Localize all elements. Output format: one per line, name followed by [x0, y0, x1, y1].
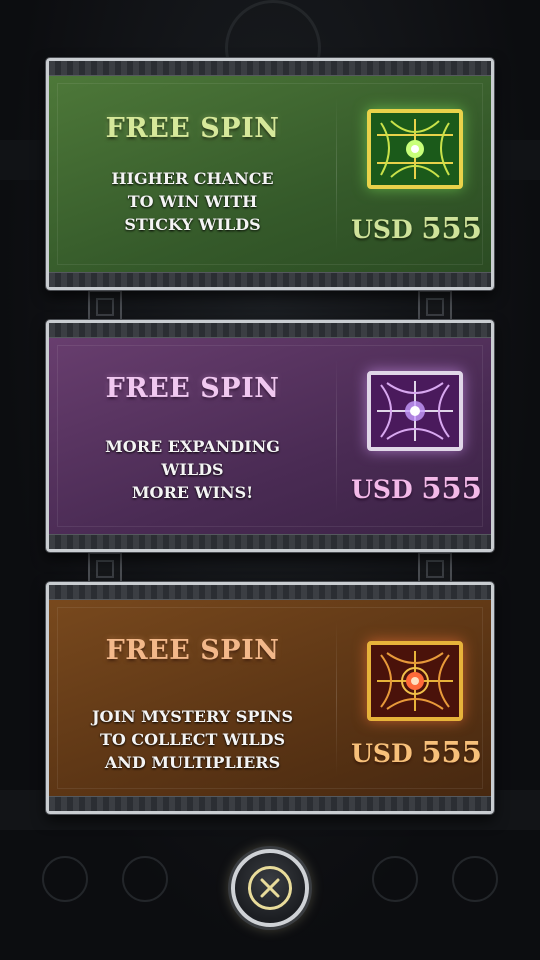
card-bottom-band: [49, 272, 491, 287]
card-description: MORE EXPANDING WILDS MORE WINS!: [49, 435, 336, 504]
turbo-icon: [42, 856, 88, 902]
prize-value: 555: [421, 211, 482, 245]
plus-icon: [372, 856, 418, 902]
autoplay-icon: [452, 856, 498, 902]
card-connector-right: [418, 552, 452, 586]
card-description: JOIN MYSTERY SPINS TO COLLECT WILDS AND …: [49, 705, 336, 774]
prize-currency: USD: [351, 739, 413, 768]
card-title: FREE SPIN: [105, 113, 280, 144]
prize-amount: USD 555: [336, 735, 497, 769]
card-top-band: [49, 61, 491, 76]
prize-currency: USD: [351, 215, 413, 244]
description-line: MORE EXPANDING: [105, 437, 280, 456]
description-line: TO WIN WITH: [127, 192, 258, 211]
green-chest-icon: [367, 109, 463, 189]
card-title: FREE SPIN: [105, 373, 280, 404]
free-spin-card-orange[interactable]: FREE SPIN JOIN MYSTERY SPINS TO COLLECT …: [46, 582, 494, 814]
card-bottom-band: [49, 796, 491, 811]
card-bottom-band: [49, 534, 491, 549]
free-spin-card-green[interactable]: FREE SPIN HIGHER CHANCE TO WIN WITH STIC…: [46, 58, 494, 290]
card-title: FREE SPIN: [105, 635, 280, 666]
minus-icon: [122, 856, 168, 902]
description-line: HIGHER CHANCE: [111, 169, 274, 188]
description-line: TO COLLECT WILDS: [99, 730, 286, 749]
card-connector-left: [88, 552, 122, 586]
purple-chest-icon: [367, 371, 463, 451]
prize-value: 555: [421, 735, 482, 769]
card-top-band: [49, 585, 491, 600]
close-button[interactable]: [231, 849, 309, 927]
prize-amount: USD 555: [336, 471, 497, 505]
description-line: MORE WINS!: [131, 483, 254, 502]
orange-chest-icon: [367, 641, 463, 721]
close-icon: [260, 878, 280, 898]
description-line: STICKY WILDS: [124, 215, 261, 234]
description-line: WILDS: [161, 460, 224, 479]
prize-value: 555: [421, 471, 482, 505]
free-spin-card-purple[interactable]: FREE SPIN MORE EXPANDING WILDS MORE WINS…: [46, 320, 494, 552]
card-top-band: [49, 323, 491, 338]
prize-amount: USD 555: [336, 211, 497, 245]
card-connector-right: [418, 290, 452, 324]
description-line: AND MULTIPLIERS: [104, 753, 281, 772]
description-line: JOIN MYSTERY SPINS: [91, 707, 294, 726]
card-description: HIGHER CHANCE TO WIN WITH STICKY WILDS: [49, 167, 336, 236]
card-connector-left: [88, 290, 122, 324]
prize-currency: USD: [351, 475, 413, 504]
